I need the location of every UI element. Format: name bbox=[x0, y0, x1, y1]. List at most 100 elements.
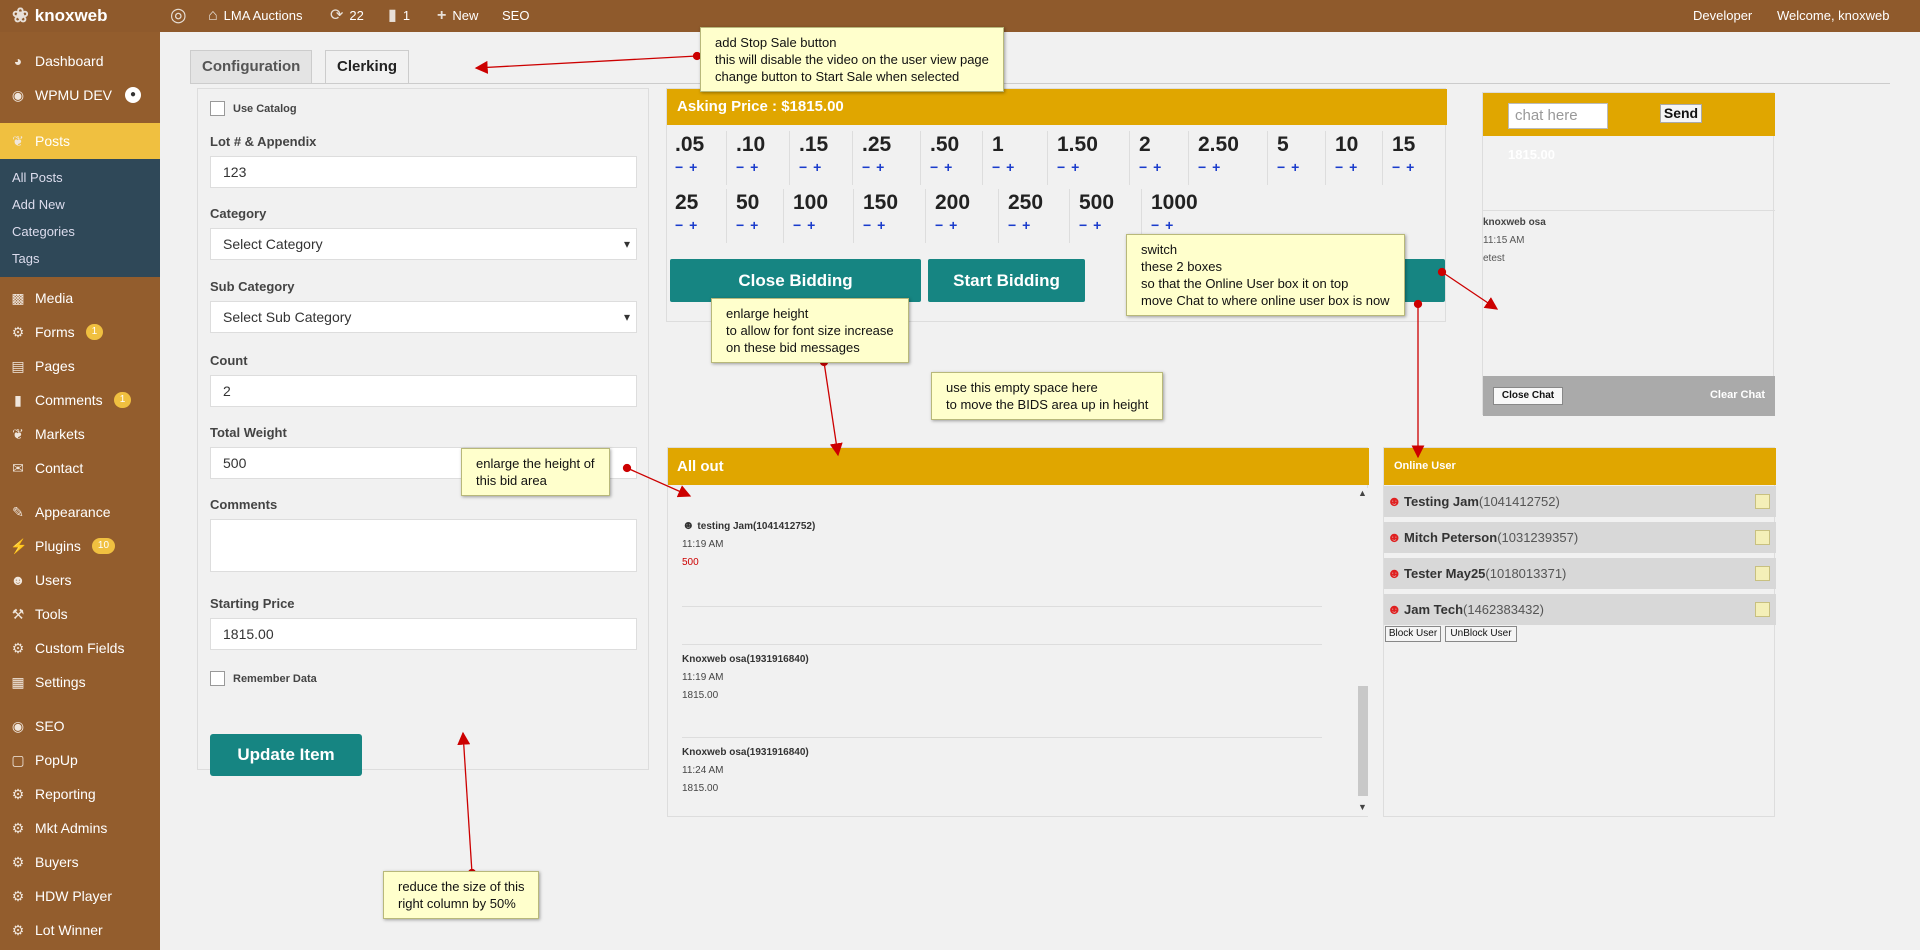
minus-plus-icon[interactable]: −+ bbox=[675, 217, 727, 233]
increment-button[interactable]: .25 −+ bbox=[854, 131, 914, 189]
tab-configuration[interactable]: Configuration bbox=[190, 50, 313, 84]
scrollbar-thumb[interactable] bbox=[1358, 686, 1368, 796]
user-checkbox[interactable] bbox=[1755, 530, 1770, 545]
chat-input[interactable]: chat here bbox=[1508, 103, 1608, 129]
sidebar-item-tools[interactable]: ⚒ Tools bbox=[0, 597, 160, 631]
sidebar-item-reporting[interactable]: ⚙ Reporting bbox=[0, 777, 160, 811]
sidebar-item-forms[interactable]: ⚙ Forms 1 bbox=[0, 315, 160, 349]
minus-plus-icon[interactable]: −+ bbox=[1139, 159, 1191, 175]
welcome-link[interactable]: Welcome, knoxweb bbox=[1777, 0, 1889, 32]
sidebar-item-settings[interactable]: ▦ Settings bbox=[0, 665, 160, 699]
increment-button[interactable]: 5 −+ bbox=[1269, 131, 1329, 189]
block-user-button[interactable]: Block User bbox=[1385, 626, 1441, 642]
sidebar-item-buyers[interactable]: ⚙ Buyers bbox=[0, 845, 160, 879]
sidebar-item-pages[interactable]: ▤ Pages bbox=[0, 349, 160, 383]
minus-plus-icon[interactable]: −+ bbox=[935, 217, 987, 233]
sidebar-item-seo[interactable]: ◉ SEO bbox=[0, 709, 160, 743]
sidebar-item-plugins[interactable]: ⚡ Plugins 10 bbox=[0, 529, 160, 563]
user-checkbox[interactable] bbox=[1755, 602, 1770, 617]
seo-link[interactable]: SEO bbox=[502, 0, 529, 32]
use-catalog-checkbox[interactable] bbox=[210, 101, 225, 116]
developer-link[interactable]: Developer bbox=[1693, 0, 1752, 32]
sidebar-item-dashboard[interactable]: ◕ Dashboard bbox=[0, 44, 160, 78]
subcategory-select[interactable]: Select Sub Category bbox=[210, 301, 637, 333]
increment-button[interactable]: 250 −+ bbox=[1000, 189, 1060, 247]
site-link[interactable]: ⌂ LMA Auctions bbox=[208, 0, 302, 32]
increment-button[interactable]: 200 −+ bbox=[927, 189, 987, 247]
minus-plus-icon[interactable]: −+ bbox=[1392, 159, 1444, 175]
minus-plus-icon[interactable]: −+ bbox=[862, 159, 914, 175]
unblock-user-button[interactable]: UnBlock User bbox=[1445, 626, 1517, 642]
send-button[interactable]: Send bbox=[1660, 104, 1702, 123]
sidebar-item-appearance[interactable]: ✎ Appearance bbox=[0, 495, 160, 529]
count-input[interactable]: 2 bbox=[210, 375, 637, 407]
sidebar-item-comments[interactable]: ▮ Comments 1 bbox=[0, 383, 160, 417]
increment-button[interactable]: .15 −+ bbox=[791, 131, 851, 189]
increment-button[interactable]: 1 −+ bbox=[984, 131, 1044, 189]
submenu-tags[interactable]: Tags bbox=[0, 245, 160, 272]
increment-button[interactable]: 10 −+ bbox=[1327, 131, 1387, 189]
increment-button[interactable]: 15 −+ bbox=[1384, 131, 1444, 189]
minus-plus-icon[interactable]: −+ bbox=[1198, 159, 1250, 175]
minus-plus-icon[interactable]: −+ bbox=[863, 217, 915, 233]
minus-plus-icon[interactable]: −+ bbox=[799, 159, 851, 175]
sidebar-item-contact[interactable]: ✉ Contact bbox=[0, 451, 160, 485]
user-checkbox[interactable] bbox=[1755, 494, 1770, 509]
sidebar-item-popup[interactable]: ▢ PopUp bbox=[0, 743, 160, 777]
sidebar-item-custom-fields[interactable]: ⚙ Custom Fields bbox=[0, 631, 160, 665]
scroll-up-icon[interactable]: ▲ bbox=[1358, 488, 1367, 498]
increment-button[interactable]: .10 −+ bbox=[728, 131, 788, 189]
increment-button[interactable]: 100 −+ bbox=[785, 189, 845, 247]
sidebar-item-media[interactable]: ▩ Media bbox=[0, 281, 160, 315]
sidebar-item-posts[interactable]: ❦ Posts bbox=[0, 123, 160, 159]
minus-plus-icon[interactable]: −+ bbox=[793, 217, 845, 233]
updates-link[interactable]: ⟳ 22 bbox=[330, 0, 364, 32]
minus-plus-icon[interactable]: −+ bbox=[1008, 217, 1060, 233]
submenu-all-posts[interactable]: All Posts bbox=[0, 164, 160, 191]
category-select[interactable]: Select Category bbox=[210, 228, 637, 260]
site-logo[interactable]: ❀ knoxweb bbox=[12, 0, 108, 32]
sidebar-item-markets[interactable]: ❦ Markets bbox=[0, 417, 160, 451]
increment-button[interactable]: 2.50 −+ bbox=[1190, 131, 1250, 189]
lot-input[interactable]: 123 bbox=[210, 156, 637, 188]
remember-data-checkbox[interactable] bbox=[210, 671, 225, 686]
minus-plus-icon[interactable]: −+ bbox=[736, 217, 788, 233]
comments-link[interactable]: ▮ 1 bbox=[388, 0, 410, 32]
comments-textarea[interactable] bbox=[210, 519, 637, 572]
sidebar-item-hdw-player[interactable]: ⚙ HDW Player bbox=[0, 879, 160, 913]
increment-button[interactable]: 50 −+ bbox=[728, 189, 788, 247]
minus-plus-icon[interactable]: −+ bbox=[736, 159, 788, 175]
increment-button[interactable]: .50 −+ bbox=[922, 131, 982, 189]
increment-button[interactable]: 1.50 −+ bbox=[1049, 131, 1109, 189]
tab-clerking[interactable]: Clerking bbox=[325, 50, 410, 84]
increment-button[interactable]: 150 −+ bbox=[855, 189, 915, 247]
update-item-button[interactable]: Update Item bbox=[210, 734, 362, 776]
close-chat-button[interactable]: Close Chat bbox=[1493, 387, 1563, 405]
wordpress-menu[interactable]: ◎ bbox=[170, 0, 187, 32]
start-bidding-button[interactable]: Start Bidding bbox=[928, 259, 1085, 302]
starting-price-input[interactable]: 1815.00 bbox=[210, 618, 637, 650]
minus-plus-icon[interactable]: −+ bbox=[1057, 159, 1109, 175]
sidebar-item-wpmu-dev[interactable]: ◉ WPMU DEV ● bbox=[0, 78, 160, 112]
minus-plus-icon[interactable]: −+ bbox=[1151, 217, 1203, 233]
new-link[interactable]: + New bbox=[437, 0, 478, 32]
minus-plus-icon[interactable]: −+ bbox=[930, 159, 982, 175]
increment-button[interactable]: .05 −+ bbox=[667, 131, 727, 189]
minus-plus-icon[interactable]: −+ bbox=[992, 159, 1044, 175]
minus-plus-icon[interactable]: −+ bbox=[1079, 217, 1131, 233]
close-bidding-button[interactable]: Close Bidding bbox=[670, 259, 921, 302]
increment-button[interactable]: 2 −+ bbox=[1131, 131, 1191, 189]
increment-button[interactable]: 25 −+ bbox=[667, 189, 727, 247]
clear-chat-link[interactable]: Clear Chat bbox=[1710, 389, 1765, 401]
submenu-add-new[interactable]: Add New bbox=[0, 191, 160, 218]
sidebar-item-lot-winner[interactable]: ⚙ Lot Winner bbox=[0, 913, 160, 947]
sidebar-item-users[interactable]: ☻ Users bbox=[0, 563, 160, 597]
submenu-categories[interactable]: Categories bbox=[0, 218, 160, 245]
increment-button[interactable]: 500 −+ bbox=[1071, 189, 1131, 247]
sidebar-item-mkt-admins[interactable]: ⚙ Mkt Admins bbox=[0, 811, 160, 845]
minus-plus-icon[interactable]: −+ bbox=[1277, 159, 1329, 175]
minus-plus-icon[interactable]: −+ bbox=[675, 159, 727, 175]
minus-plus-icon[interactable]: −+ bbox=[1335, 159, 1387, 175]
scroll-down-icon[interactable]: ▼ bbox=[1358, 802, 1367, 812]
user-checkbox[interactable] bbox=[1755, 566, 1770, 581]
